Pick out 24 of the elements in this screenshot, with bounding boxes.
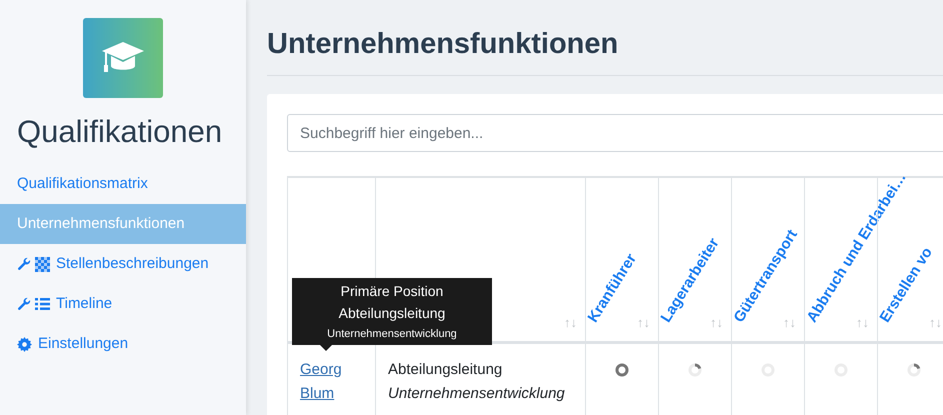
position-text: Abteilungsleitung (388, 360, 502, 380)
checkerboard-icon (35, 256, 50, 272)
search-field[interactable]: Suchbegriff hier eingeben... (287, 114, 943, 152)
nav-link[interactable]: Qualifikationsmatrix (0, 164, 246, 204)
person-link[interactable]: Georg (300, 358, 342, 382)
nav-link[interactable]: Einstellungen (0, 324, 246, 364)
wrench-icon (17, 297, 31, 311)
list-icon (35, 297, 50, 311)
person-link[interactable]: Blum (300, 382, 334, 406)
nav-link[interactable]: Unternehmensfunktionen (0, 204, 246, 244)
wrench-icon (17, 257, 31, 271)
tooltip-position: Abteilungsleitung (338, 304, 446, 323)
page-title: Unternehmensfunktionen (267, 22, 943, 76)
settings-icon (17, 336, 32, 352)
progress-ring (906, 362, 922, 378)
nav-link[interactable]: Stellenbeschreibungen (0, 244, 246, 284)
tooltip-department: Unternehmensentwicklung (327, 326, 457, 342)
tooltip-title: Primäre Position (340, 282, 444, 300)
progress-ring (614, 362, 630, 378)
progress-ring (687, 362, 703, 378)
app-title: Qualifikationen (16, 113, 224, 151)
logo-icon (83, 18, 163, 98)
department-text: Unternehmensentwicklung (388, 384, 565, 404)
nav-link[interactable]: Timeline (0, 284, 246, 324)
